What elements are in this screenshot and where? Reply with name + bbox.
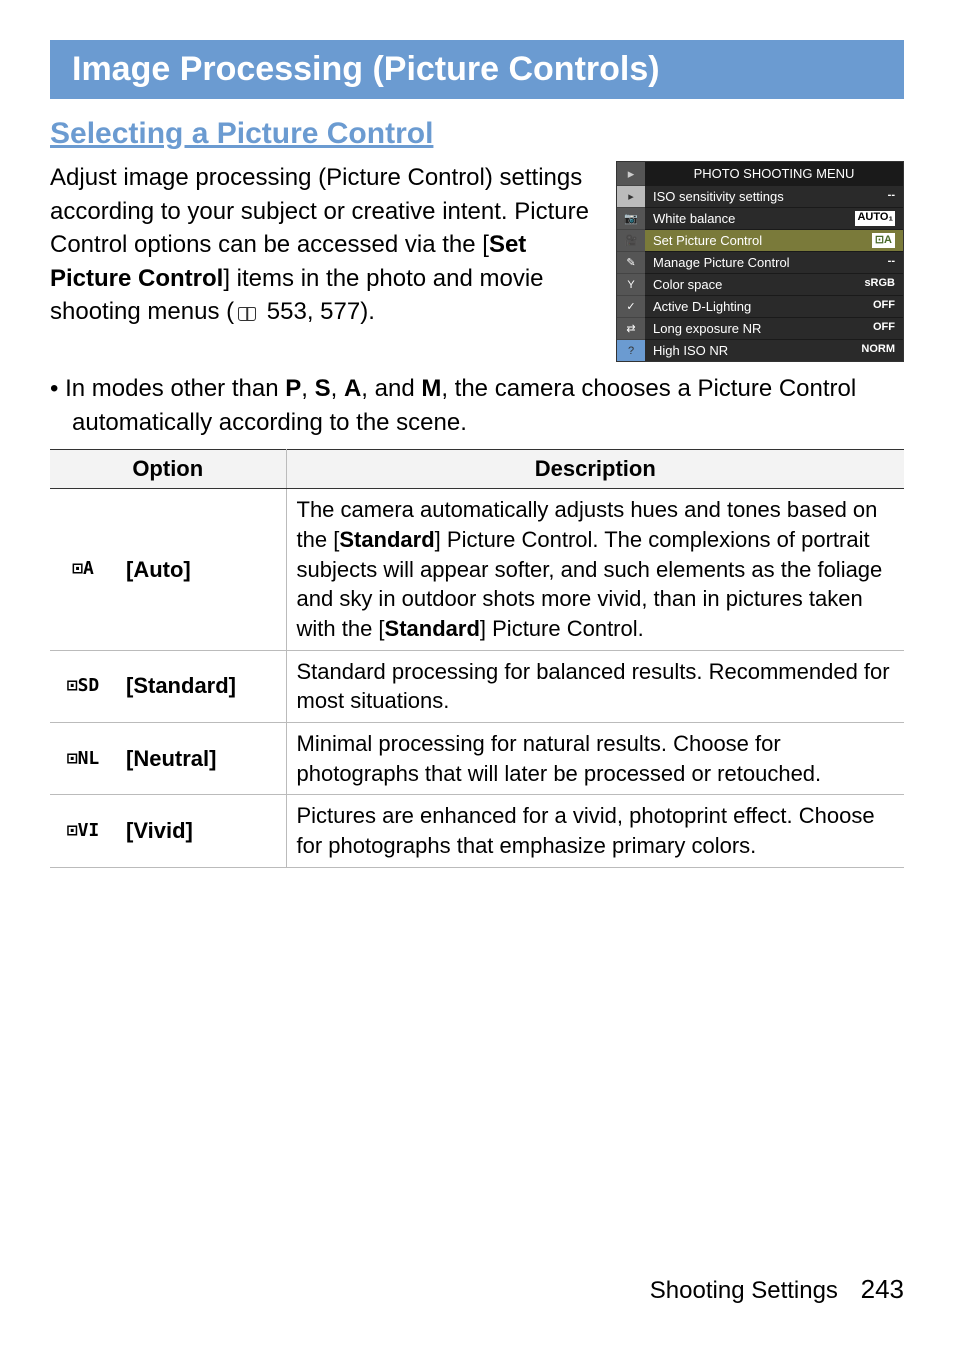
menu-sidebar-icon: ? — [617, 339, 645, 361]
menu-item-label: Set Picture Control — [653, 233, 762, 248]
menu-sidebar-icon: ✎ — [617, 251, 645, 273]
table-row: ⊡NL[Neutral]Minimal processing for natur… — [50, 723, 904, 795]
mode-m: M — [421, 375, 441, 402]
option-icon: ⊡VI — [50, 795, 116, 867]
menu-item-value: sRGB — [864, 277, 895, 292]
menu-title: PHOTO SHOOTING MENU — [645, 162, 903, 185]
mode-a: A — [344, 375, 361, 402]
menu-item-label: Manage Picture Control — [653, 255, 790, 270]
page-title-banner: Image Processing (Picture Controls) — [50, 40, 904, 99]
menu-item: Set Picture Control ⊡A — [645, 229, 903, 251]
option-label: [Standard] — [116, 650, 286, 722]
th-option: Option — [50, 450, 286, 489]
table-row: ⊡A[Auto]The camera automatically adjusts… — [50, 489, 904, 650]
menu-sidebar-icon: 🎥 — [617, 229, 645, 251]
option-label: [Neutral] — [116, 723, 286, 795]
menu-row: ✓ Active D-Lighting OFF — [617, 295, 903, 317]
menu-item-label: White balance — [653, 211, 735, 226]
option-icon: ⊡NL — [50, 723, 116, 795]
option-description: Minimal processing for natural results. … — [286, 723, 904, 795]
menu-sidebar-icon: 📷 — [617, 207, 645, 229]
menu-item-value: OFF — [873, 321, 895, 336]
menu-item-value: OFF — [873, 299, 895, 314]
intro-paragraph: Adjust image processing (Picture Control… — [50, 161, 602, 329]
mode-p: P — [285, 375, 301, 402]
table-row: ⊡VI[Vivid]Pictures are enhanced for a vi… — [50, 795, 904, 867]
menu-row: Y Color space sRGB — [617, 273, 903, 295]
intro-refs: 553, 577). — [260, 298, 375, 325]
menu-sidebar-icon: Y — [617, 273, 645, 295]
menu-item: Long exposure NR OFF — [645, 317, 903, 339]
option-icon: ⊡SD — [50, 650, 116, 722]
menu-row: ⇄ Long exposure NR OFF — [617, 317, 903, 339]
menu-item: High ISO NR NORM — [645, 339, 903, 361]
section-heading: Selecting a Picture Control — [50, 117, 904, 151]
menu-item-label: Active D-Lighting — [653, 299, 751, 314]
footer-section: Shooting Settings — [650, 1277, 838, 1304]
option-label: [Auto] — [116, 489, 286, 650]
picture-control-table: Option Description ⊡A[Auto]The camera au… — [50, 449, 904, 868]
option-description: Pictures are enhanced for a vivid, photo… — [286, 795, 904, 867]
menu-item: White balance AUTO₁ — [645, 207, 903, 229]
page-footer: Shooting Settings 243 — [650, 1274, 904, 1305]
menu-item: Active D-Lighting OFF — [645, 295, 903, 317]
menu-item-label: Color space — [653, 277, 722, 292]
menu-sidebar-icon: ▸ — [617, 185, 645, 207]
menu-item: ISO sensitivity settings -- — [645, 185, 903, 207]
page-number: 243 — [861, 1274, 904, 1304]
book-icon — [238, 307, 256, 321]
menu-sidebar-icon: ✓ — [617, 295, 645, 317]
menu-item-value: -- — [888, 255, 895, 270]
menu-item: Color space sRGB — [645, 273, 903, 295]
intro-row: Adjust image processing (Picture Control… — [50, 161, 904, 362]
menu-row: ▸ ISO sensitivity settings -- — [617, 185, 903, 207]
menu-item-value: -- — [888, 189, 895, 204]
option-icon: ⊡A — [50, 489, 116, 650]
menu-item: Manage Picture Control -- — [645, 251, 903, 273]
bullet-note: In modes other than P, S, A, and M, the … — [50, 372, 904, 439]
option-label: [Vivid] — [116, 795, 286, 867]
option-description: Standard processing for balanced results… — [286, 650, 904, 722]
menu-sidebar-icon: ⇄ — [617, 317, 645, 339]
menu-item-label: High ISO NR — [653, 343, 728, 358]
th-description: Description — [286, 450, 904, 489]
menu-item-value: NORM — [861, 343, 895, 358]
menu-item-value: AUTO₁ — [855, 211, 895, 226]
menu-item-label: Long exposure NR — [653, 321, 761, 336]
menu-item-value: ⊡A — [872, 233, 895, 248]
menu-header: ▸ PHOTO SHOOTING MENU — [617, 162, 903, 185]
menu-row: 🎥 Set Picture Control ⊡A — [617, 229, 903, 251]
bullet-pre: In modes other than — [65, 375, 285, 402]
menu-row: 📷 White balance AUTO₁ — [617, 207, 903, 229]
camera-menu-screenshot: ▸ PHOTO SHOOTING MENU ▸ISO sensitivity s… — [616, 161, 904, 362]
menu-row: ? High ISO NR NORM — [617, 339, 903, 361]
menu-item-label: ISO sensitivity settings — [653, 189, 784, 204]
option-description: The camera automatically adjusts hues an… — [286, 489, 904, 650]
menu-row: ✎ Manage Picture Control -- — [617, 251, 903, 273]
table-row: ⊡SD[Standard]Standard processing for bal… — [50, 650, 904, 722]
mode-s: S — [315, 375, 331, 402]
playback-icon: ▸ — [617, 162, 645, 185]
